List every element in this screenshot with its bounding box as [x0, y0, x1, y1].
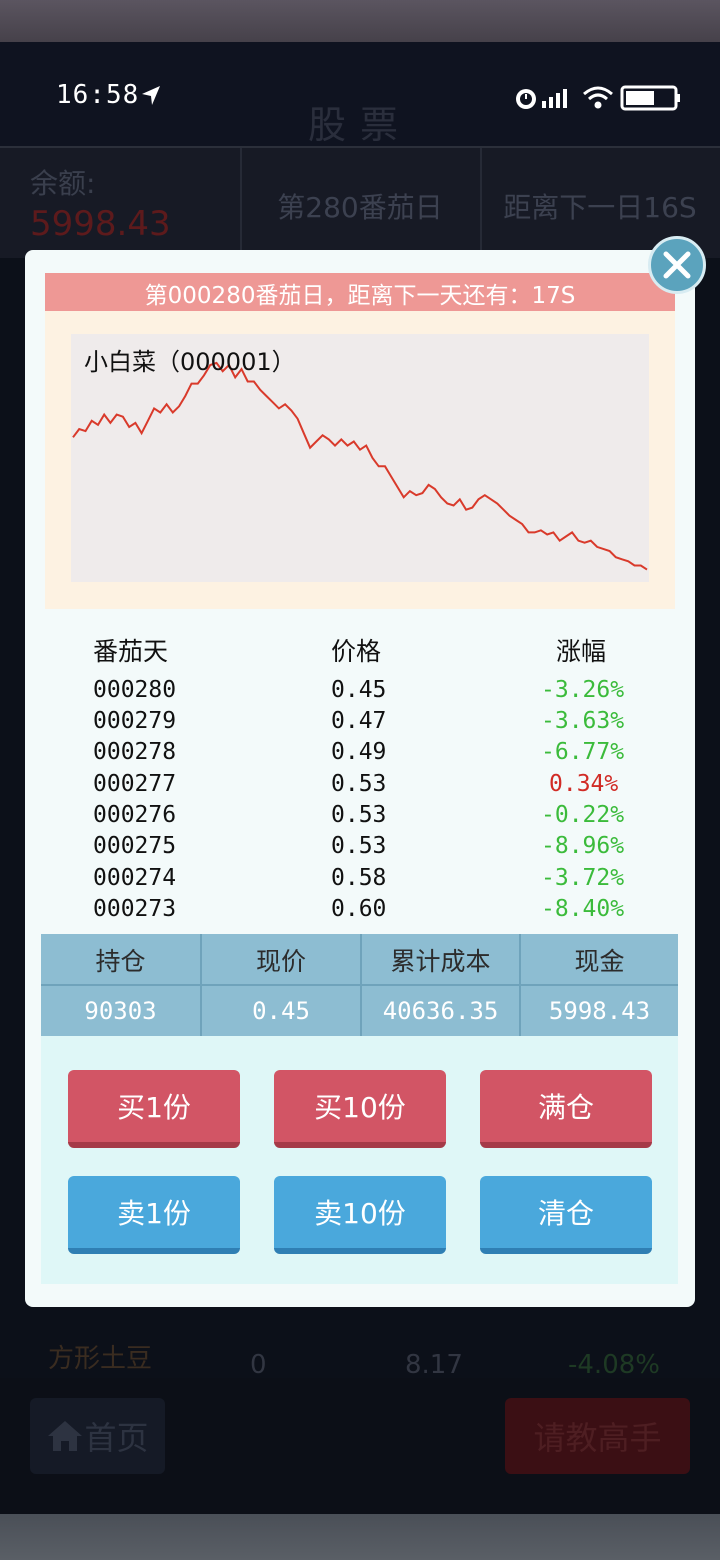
balance-value: 5998.43 — [30, 204, 171, 244]
home-icon — [48, 1421, 83, 1451]
wifi-icon — [583, 86, 613, 109]
holdings-header-price: 现价 — [202, 934, 362, 985]
row-7-change: -8.40% — [541, 896, 625, 922]
row-5-price: 0.53 — [331, 833, 387, 859]
home-label: 首页 — [84, 1419, 149, 1457]
bg-stock-holding: 0 — [250, 1350, 267, 1380]
status-icons — [516, 85, 680, 111]
header-change: 涨幅 — [556, 637, 607, 666]
row-4-change: -0.22% — [541, 802, 625, 828]
battery-icon — [620, 85, 680, 111]
row-7-day: 000273 — [93, 896, 177, 922]
row-1-day: 000279 — [93, 708, 177, 734]
balance-label: 余额: — [30, 167, 96, 200]
holdings-value-price: 0.45 — [202, 985, 362, 1036]
countdown-banner: 第000280番茄日，距离下一天还有：17S — [45, 273, 675, 311]
row-5-day: 000275 — [93, 833, 177, 859]
bg-stock-change: -4.08% — [568, 1350, 660, 1380]
holdings-value-position: 90303 — [41, 985, 202, 1036]
signal-icon — [542, 89, 567, 108]
buy-1-button[interactable]: 买1份 — [68, 1070, 240, 1148]
row-3-day: 000277 — [93, 771, 177, 797]
bg-stock-name[interactable]: 方形土豆 — [48, 1338, 152, 1375]
close-icon — [663, 251, 691, 279]
row-0-day: 000280 — [93, 677, 177, 703]
row-4-price: 0.53 — [331, 802, 387, 828]
ask-expert-button[interactable]: 请教高手 — [505, 1398, 690, 1474]
header-price: 价格 — [331, 637, 382, 666]
row-6-change: -3.72% — [541, 865, 625, 891]
sell-1-button[interactable]: 卖1份 — [68, 1176, 240, 1254]
bg-stock-price: 8.17 — [405, 1350, 463, 1380]
close-button[interactable] — [648, 236, 706, 294]
holdings-header-position: 持仓 — [41, 934, 202, 985]
row-2-price: 0.49 — [331, 739, 387, 765]
row-0-change: -3.26% — [541, 677, 625, 703]
row-2-change: -6.77% — [541, 739, 625, 765]
bottom-strip — [0, 1514, 720, 1560]
home-button[interactable]: 首页 — [30, 1398, 165, 1474]
row-1-price: 0.47 — [331, 708, 387, 734]
top-strip — [0, 0, 720, 42]
next-day-countdown: 距离下一日16S — [503, 191, 697, 224]
row-5-change: -8.96% — [541, 833, 625, 859]
header-day: 番茄天 — [93, 637, 169, 666]
price-line — [72, 361, 648, 571]
row-6-price: 0.58 — [331, 865, 387, 891]
buy-10-button[interactable]: 买10份 — [274, 1070, 446, 1148]
sell-all-button[interactable]: 清仓 — [480, 1176, 652, 1254]
holdings-header-cost: 累计成本 — [362, 934, 521, 985]
row-2-day: 000278 — [93, 739, 177, 765]
holdings-value-cash: 5998.43 — [548, 996, 651, 1025]
chart-title: 小白菜（000001） — [84, 348, 296, 376]
row-3-price: 0.53 — [331, 771, 387, 797]
holdings-value-cost: 40636.35 — [362, 985, 521, 1036]
row-4-day: 000276 — [93, 802, 177, 828]
sell-10-button[interactable]: 卖10份 — [274, 1176, 446, 1254]
day-label: 第280番茄日 — [277, 191, 443, 224]
buy-all-button[interactable]: 满仓 — [480, 1070, 652, 1148]
holdings-header-cash: 现金 — [574, 946, 625, 976]
holdings-divider — [41, 984, 678, 986]
row-6-day: 000274 — [93, 865, 177, 891]
row-1-change: -3.63% — [541, 708, 625, 734]
alarm-icon — [516, 89, 536, 109]
row-7-price: 0.60 — [331, 896, 387, 922]
row-0-price: 0.45 — [331, 677, 387, 703]
row-3-change: 0.34% — [549, 771, 619, 797]
